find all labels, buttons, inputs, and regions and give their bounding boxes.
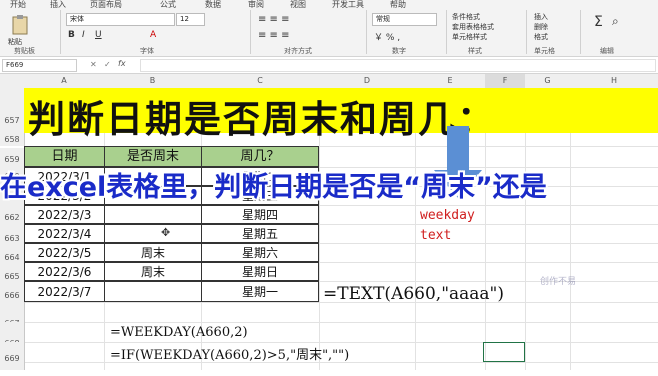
- sum-icon[interactable]: Σ: [594, 14, 603, 30]
- grid-line: [24, 342, 658, 343]
- percent-icon[interactable]: ￥ % ,: [374, 30, 400, 43]
- tab-page-layout[interactable]: 页面布局: [90, 0, 122, 10]
- row-header[interactable]: 662: [0, 205, 25, 224]
- column-header[interactable]: D: [319, 74, 415, 89]
- row-header[interactable]: 663: [0, 224, 25, 243]
- find-icon[interactable]: ⌕: [612, 14, 619, 29]
- tab-view[interactable]: 视图: [290, 0, 306, 10]
- table-header-weekday[interactable]: 周几？: [201, 146, 319, 167]
- number-group-label: 数字: [392, 47, 406, 55]
- ribbon-tabs: 开始 插入 页面布局 公式 数据 审阅 视图 开发工具 帮助: [0, 0, 658, 10]
- function-icon[interactable]: fx: [118, 59, 126, 68]
- paste-icon[interactable]: [10, 14, 32, 38]
- italic-icon[interactable]: I: [82, 30, 85, 40]
- page-title: 判断日期是否周末和周几：: [28, 97, 496, 141]
- row-header[interactable]: 665: [0, 262, 25, 281]
- row-header[interactable]: 666: [0, 281, 25, 302]
- video-caption: 在excel表格里，判断日期是否是“周末”还是: [0, 172, 547, 203]
- text-formula: =TEXT(A660,"aaaa"): [323, 284, 505, 304]
- column-header[interactable]: G: [525, 74, 570, 89]
- grid-line: [24, 322, 658, 323]
- tab-formulas[interactable]: 公式: [160, 0, 176, 10]
- divider: [250, 10, 251, 54]
- table-cell[interactable]: [104, 205, 202, 224]
- divider: [60, 10, 61, 54]
- row-header[interactable]: 658: [0, 133, 25, 146]
- font-name-select[interactable]: 宋体: [66, 13, 175, 26]
- font-group-label: 字体: [140, 47, 154, 55]
- note-text: text: [420, 228, 452, 243]
- weekday-formula: =WEEKDAY(A660,2): [110, 325, 248, 340]
- tab-home[interactable]: 开始: [10, 0, 26, 10]
- selected-cell[interactable]: [483, 342, 525, 362]
- delete-cells-button[interactable]: 删除: [534, 22, 548, 32]
- select-all-corner[interactable]: [0, 74, 24, 89]
- table-cell[interactable]: 2022/3/3: [24, 205, 105, 224]
- format-cells-button[interactable]: 格式: [534, 32, 548, 42]
- conditional-format-button[interactable]: 条件格式: [452, 12, 480, 22]
- table-cell[interactable]: [104, 224, 202, 243]
- tab-data[interactable]: 数据: [205, 0, 221, 10]
- table-format-button[interactable]: 套用表格格式: [452, 22, 494, 32]
- divider: [526, 10, 527, 54]
- table-cell[interactable]: 周末: [104, 262, 202, 281]
- column-header[interactable]: H: [570, 74, 658, 89]
- row-header[interactable]: 669: [0, 342, 25, 370]
- table-cell[interactable]: 2022/3/6: [24, 262, 105, 281]
- row-header[interactable]: 667: [0, 302, 25, 328]
- table-header-weekend[interactable]: 是否周末: [104, 146, 202, 167]
- name-box[interactable]: F669: [2, 59, 77, 72]
- row-header[interactable]: 668: [0, 322, 25, 348]
- table-cell[interactable]: 星期一: [201, 281, 319, 302]
- table-header-date[interactable]: 日期: [24, 146, 105, 167]
- table-cell[interactable]: 2022/3/5: [24, 243, 105, 262]
- confirm-icon[interactable]: ✓: [104, 60, 111, 69]
- table-cell[interactable]: 周末: [104, 243, 202, 262]
- font-color-icon[interactable]: A: [150, 30, 156, 40]
- formula-input[interactable]: [140, 59, 656, 72]
- row-header[interactable]: 664: [0, 243, 25, 262]
- tab-review[interactable]: 审阅: [248, 0, 264, 10]
- note-weekday: weekday: [420, 208, 475, 223]
- formula-bar: F669 ✕ ✓ fx: [0, 57, 658, 74]
- cells-group-label: 单元格: [534, 47, 555, 55]
- insert-cells-button[interactable]: 插入: [534, 12, 548, 22]
- table-cell[interactable]: 星期日: [201, 262, 319, 281]
- divider: [446, 10, 447, 54]
- styles-group-label: 样式: [468, 47, 482, 55]
- column-header[interactable]: E: [415, 74, 485, 89]
- column-header[interactable]: B: [104, 74, 201, 89]
- ribbon: 开始 插入 页面布局 公式 数据 审阅 视图 开发工具 帮助 粘贴 剪贴板 宋体…: [0, 0, 658, 57]
- watermark: 创作不易: [540, 277, 577, 287]
- table-cell[interactable]: 2022/3/4: [24, 224, 105, 243]
- number-format-select[interactable]: 常规: [372, 13, 437, 26]
- column-header[interactable]: C: [201, 74, 319, 89]
- table-cell[interactable]: 星期四: [201, 205, 319, 224]
- tab-developer[interactable]: 开发工具: [332, 0, 364, 10]
- table-cell[interactable]: 2022/3/7: [24, 281, 105, 302]
- font-size-select[interactable]: 12: [176, 13, 205, 26]
- table-cell[interactable]: 星期五: [201, 224, 319, 243]
- editing-group-label: 编辑: [600, 47, 614, 55]
- column-header[interactable]: A: [24, 74, 104, 89]
- cell-style-button[interactable]: 单元格样式: [452, 32, 487, 42]
- column-header[interactable]: F: [485, 74, 525, 89]
- table-cell[interactable]: 星期六: [201, 243, 319, 262]
- divider: [366, 10, 367, 54]
- alignment-group-label: 对齐方式: [284, 47, 312, 55]
- if-formula: =IF(WEEKDAY(A660,2)>5,"周末",""): [110, 348, 350, 363]
- align-left-icon[interactable]: ≡ ≡ ≡: [258, 30, 290, 41]
- tab-insert[interactable]: 插入: [50, 0, 66, 10]
- cell-cursor-icon: ✥: [161, 226, 171, 239]
- tab-help[interactable]: 帮助: [390, 0, 406, 10]
- divider: [580, 10, 581, 54]
- bold-icon[interactable]: B: [68, 30, 75, 40]
- clipboard-group-label: 剪贴板: [14, 47, 35, 55]
- table-cell[interactable]: [104, 281, 202, 302]
- underline-icon[interactable]: U: [95, 30, 102, 40]
- cancel-icon[interactable]: ✕: [90, 60, 97, 69]
- align-top-icon[interactable]: ≡ ≡ ≡: [258, 14, 290, 25]
